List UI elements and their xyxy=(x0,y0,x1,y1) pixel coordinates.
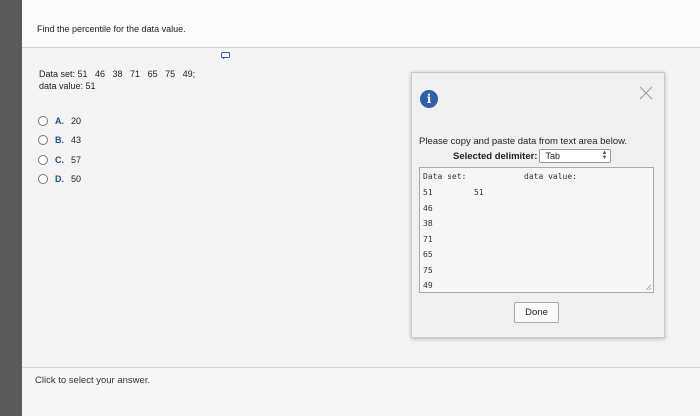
textarea-data-value: 51 xyxy=(474,188,484,197)
option-d[interactable]: D. 50 xyxy=(38,170,81,190)
option-b-value: 43 xyxy=(71,135,82,146)
data-set-value: 71 xyxy=(423,234,433,244)
option-a[interactable]: A. 20 xyxy=(38,111,81,131)
footer-hint: Click to select your answer. xyxy=(35,375,151,386)
answer-options: A. 20 B. 43 C. 57 D. 50 xyxy=(38,111,81,189)
option-b[interactable]: B. 43 xyxy=(38,131,81,151)
question-page: Find the percentile for the data value. … xyxy=(22,0,700,416)
option-c[interactable]: C. 57 xyxy=(38,150,81,170)
select-arrows-icon: ▲ ▼ xyxy=(601,150,608,161)
data-set-value: 75 xyxy=(423,265,433,275)
delimiter-value: Tab xyxy=(545,151,560,161)
delimiter-label: Selected delimiter: xyxy=(453,150,538,162)
option-b-letter: B. xyxy=(55,135,64,146)
data-set-value: 65 xyxy=(423,250,433,259)
done-button[interactable]: Done xyxy=(514,302,559,323)
data-textarea[interactable]: Data set: data value: 51 46 38 71 65 75 … xyxy=(419,167,654,293)
option-c-value: 57 xyxy=(71,154,82,165)
question-prompt: Find the percentile for the data value. xyxy=(37,24,186,34)
data-value-line: data value: 51 xyxy=(39,81,96,91)
delimiter-select[interactable]: Tab ▲ ▼ xyxy=(539,149,612,163)
radio-c[interactable] xyxy=(38,154,48,165)
option-d-letter: D. xyxy=(55,174,64,185)
option-d-value: 50 xyxy=(71,174,82,185)
data-set-block: Data set: 51 46 38 71 65 75 49; data val… xyxy=(39,68,195,92)
resize-grip-icon[interactable] xyxy=(645,284,652,291)
option-a-letter: A. xyxy=(55,115,64,126)
radio-b[interactable] xyxy=(38,135,48,146)
radio-d[interactable] xyxy=(38,174,48,185)
option-c-letter: C. xyxy=(55,154,64,165)
close-icon[interactable] xyxy=(638,85,654,101)
textarea-header-data-set: Data set: xyxy=(423,172,467,181)
data-set-value: 49 xyxy=(423,281,433,290)
data-dialog: i Please copy and paste data from text a… xyxy=(411,72,665,338)
data-set-value: 38 xyxy=(423,219,433,228)
dialog-instruction: Please copy and paste data from text are… xyxy=(419,136,628,147)
data-set-value: 51 xyxy=(423,188,433,197)
textarea-header-data-value: data value: xyxy=(524,172,577,181)
data-set-value: 46 xyxy=(423,203,433,213)
info-icon: i xyxy=(420,90,438,108)
radio-a[interactable] xyxy=(38,115,48,126)
help-icon[interactable] xyxy=(221,52,230,60)
option-a-value: 20 xyxy=(71,115,82,126)
delimiter-row: Selected delimiter: Tab ▲ ▼ xyxy=(453,149,612,163)
data-set-line: Data set: 51 46 38 71 65 75 49; xyxy=(39,69,196,79)
